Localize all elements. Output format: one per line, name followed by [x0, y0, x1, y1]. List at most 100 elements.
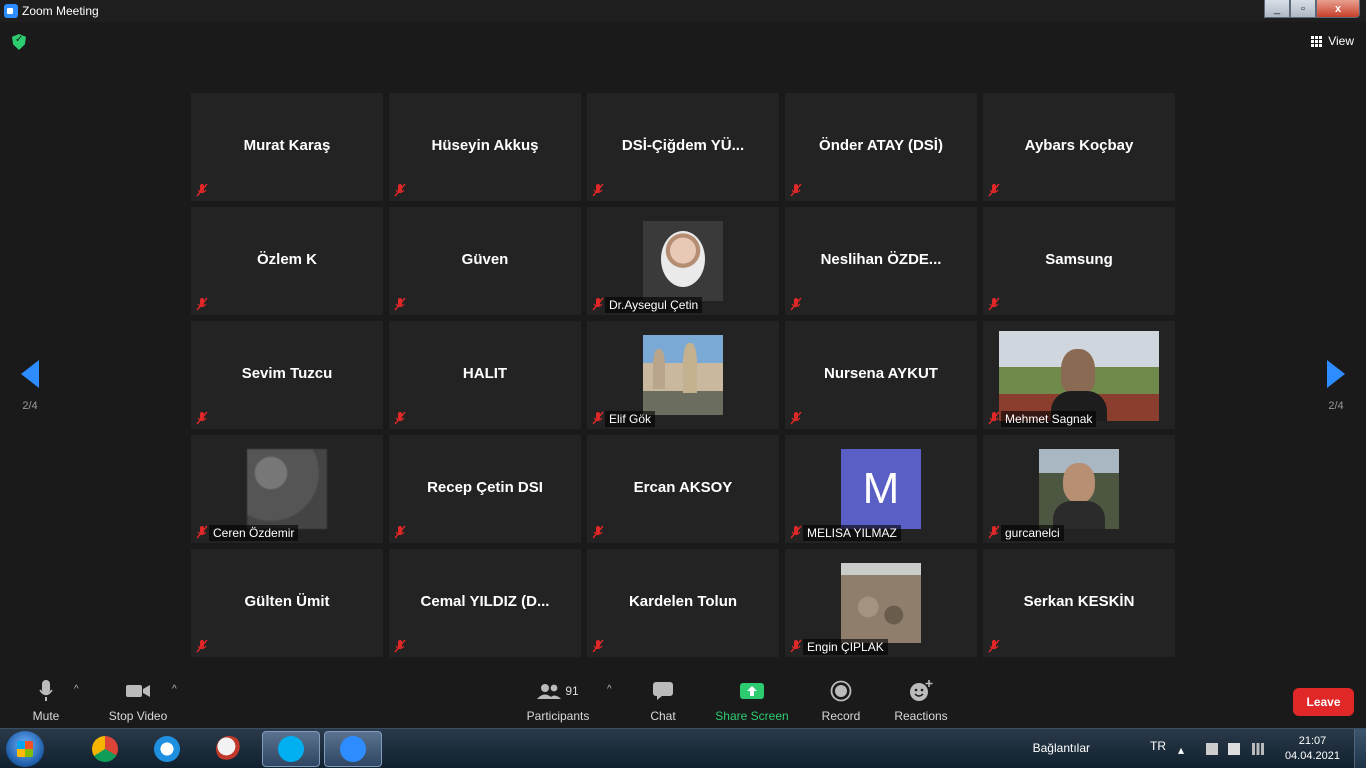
- page-indicator-right: 2/4: [1328, 400, 1344, 412]
- participant-name: Cemal YILDIZ (D...: [420, 593, 550, 610]
- participant-tile[interactable]: Kardelen Tolun: [587, 549, 779, 657]
- window-title: Zoom Meeting: [22, 4, 99, 18]
- minimize-button[interactable]: _: [1264, 0, 1290, 18]
- previous-page-button[interactable]: 2/4: [0, 360, 60, 412]
- view-button[interactable]: View: [1311, 34, 1354, 48]
- participant-name: Murat Karaş: [243, 137, 331, 154]
- reactions-button[interactable]: Reactions: [892, 678, 950, 723]
- participant-tile[interactable]: Recep Çetin DSI: [389, 435, 581, 543]
- participant-name: Güven: [461, 251, 509, 268]
- video-options-caret[interactable]: ^: [172, 684, 177, 695]
- participant-tile[interactable]: M MELISA YILMAZ: [785, 435, 977, 543]
- participant-tile[interactable]: Güven: [389, 207, 581, 315]
- mute-label: Mute: [32, 709, 60, 723]
- signal-icon[interactable]: [1252, 743, 1264, 755]
- chat-label: Chat: [650, 709, 676, 723]
- mic-muted-icon: [987, 525, 1001, 539]
- taskbar-snipping-tool[interactable]: [200, 731, 258, 767]
- mic-muted-icon: [195, 411, 209, 425]
- reactions-label: Reactions: [894, 709, 948, 723]
- participant-name: Nursena AYKUT: [824, 365, 938, 382]
- participant-tile[interactable]: Samsung: [983, 207, 1175, 315]
- participant-tile[interactable]: Ceren Özdemir: [191, 435, 383, 543]
- view-label: View: [1328, 34, 1354, 48]
- participant-tile[interactable]: Nursena AYKUT: [785, 321, 977, 429]
- taskbar-internet-explorer[interactable]: [138, 731, 196, 767]
- participants-button[interactable]: 91 Participants: [522, 678, 594, 723]
- mic-muted-icon: [591, 411, 605, 425]
- taskbar-skype[interactable]: [262, 731, 320, 767]
- participant-name: Neslihan ÖZDE...: [820, 251, 942, 268]
- participant-tile[interactable]: Ercan AKSOY: [587, 435, 779, 543]
- skype-icon: [278, 736, 304, 762]
- mic-muted-icon: [591, 639, 605, 653]
- internet-explorer-icon: [154, 736, 180, 762]
- participant-video: [999, 331, 1159, 421]
- mute-button[interactable]: Mute: [24, 678, 68, 723]
- participant-tile[interactable]: Neslihan ÖZDE...: [785, 207, 977, 315]
- participant-tile[interactable]: Hüseyin Akkuş: [389, 93, 581, 201]
- participant-tile[interactable]: Mehmet Sagnak: [983, 321, 1175, 429]
- participant-video: M: [841, 449, 921, 529]
- participant-name: Gülten Ümit: [244, 593, 330, 610]
- stop-video-button[interactable]: Stop Video: [106, 678, 170, 723]
- participant-video: [841, 563, 921, 643]
- start-button[interactable]: [6, 731, 44, 767]
- show-desktop-button[interactable]: [1354, 729, 1366, 768]
- taskbar-zoom[interactable]: [324, 731, 382, 767]
- participants-label: Participants: [526, 709, 590, 723]
- participant-tile[interactable]: HALIT: [389, 321, 581, 429]
- participant-tile[interactable]: Murat Karaş: [191, 93, 383, 201]
- participant-tile[interactable]: Gülten Ümit: [191, 549, 383, 657]
- mic-muted-icon: [393, 183, 407, 197]
- clock-time: 21:07: [1298, 735, 1327, 747]
- participant-tile[interactable]: Dr.Aysegul Çetin: [587, 207, 779, 315]
- participants-icon-wrap: 91: [522, 678, 594, 704]
- clock[interactable]: 21:07 04.04.2021: [1285, 734, 1340, 764]
- mic-muted-icon: [195, 525, 209, 539]
- participant-name: HALIT: [462, 365, 508, 382]
- participant-tile[interactable]: Özlem K: [191, 207, 383, 315]
- participant-tile[interactable]: Sevim Tuzcu: [191, 321, 383, 429]
- record-icon: [818, 678, 864, 704]
- tray-expand-icon[interactable]: ▴: [1178, 743, 1190, 757]
- record-button[interactable]: Record: [818, 678, 864, 723]
- participants-icon: [537, 684, 562, 699]
- taskbar-chrome[interactable]: [76, 731, 134, 767]
- flag-icon[interactable]: [1228, 743, 1240, 755]
- participant-name-label: MELISA YILMAZ: [803, 525, 901, 541]
- mic-muted-icon: [987, 183, 1001, 197]
- mic-muted-icon: [195, 297, 209, 311]
- share-screen-button[interactable]: Share Screen: [714, 678, 790, 723]
- connections-toolbar[interactable]: Bağlantılar: [1033, 741, 1090, 755]
- encryption-shield-icon[interactable]: [12, 34, 26, 50]
- page-indicator-left: 2/4: [22, 400, 38, 412]
- participant-tile[interactable]: Serkan KESKİN: [983, 549, 1175, 657]
- participant-video: [643, 221, 723, 301]
- participant-tile[interactable]: Önder ATAY (DSİ): [785, 93, 977, 201]
- leave-button[interactable]: Leave: [1293, 688, 1354, 716]
- participant-tile[interactable]: Engin ÇIPLAK: [785, 549, 977, 657]
- next-page-button[interactable]: 2/4: [1306, 360, 1366, 412]
- maximize-button[interactable]: ▫: [1290, 0, 1316, 18]
- participant-tile[interactable]: Elif Gök: [587, 321, 779, 429]
- share-screen-label: Share Screen: [715, 709, 789, 723]
- chat-button[interactable]: Chat: [640, 678, 686, 723]
- mic-muted-icon: [591, 525, 605, 539]
- scissors-icon: [216, 736, 242, 762]
- video-camera-icon: [106, 678, 170, 704]
- power-icon[interactable]: [1206, 743, 1218, 755]
- participant-name-label: gurcanelci: [1001, 525, 1064, 541]
- participant-tile[interactable]: Cemal YILDIZ (D...: [389, 549, 581, 657]
- mic-muted-icon: [789, 183, 803, 197]
- language-indicator[interactable]: TR: [1150, 739, 1166, 753]
- close-button[interactable]: x: [1316, 0, 1360, 18]
- participant-tile[interactable]: Aybars Koçbay: [983, 93, 1175, 201]
- participant-tile[interactable]: gurcanelci: [983, 435, 1175, 543]
- mic-muted-icon: [591, 297, 605, 311]
- chrome-icon: [92, 736, 118, 762]
- audio-options-caret[interactable]: ^: [74, 684, 79, 695]
- mic-muted-icon: [789, 411, 803, 425]
- participant-tile[interactable]: DSİ-Çiğdem YÜ...: [587, 93, 779, 201]
- participants-options-caret[interactable]: ^: [607, 684, 612, 695]
